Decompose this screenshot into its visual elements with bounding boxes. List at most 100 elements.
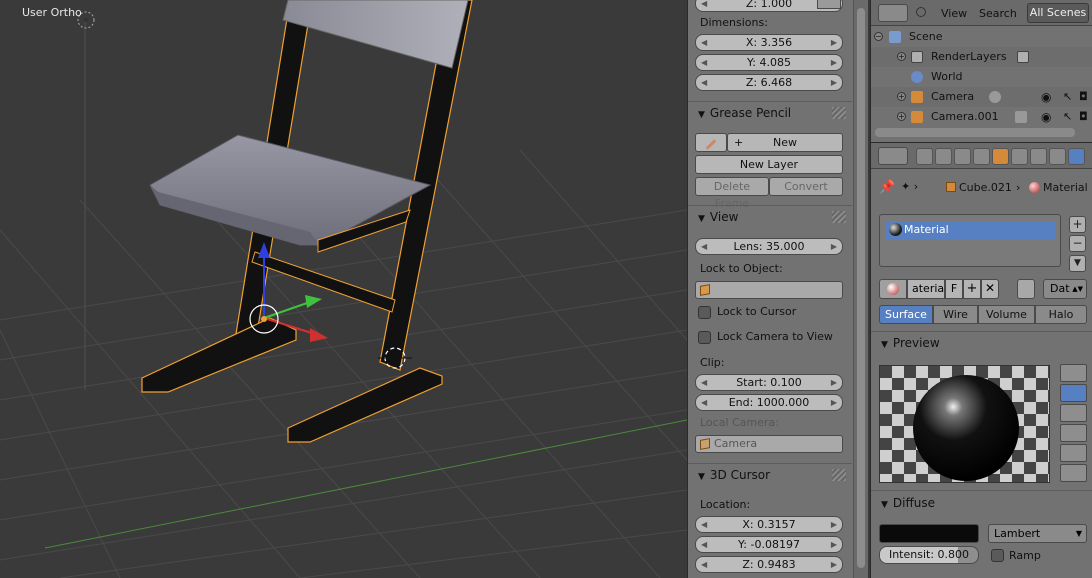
material-preview [879, 365, 1050, 483]
modifiers-tab-icon[interactable] [1030, 148, 1047, 165]
eye-icon[interactable]: ◉ [1041, 107, 1051, 127]
editor-type-button[interactable] [878, 147, 908, 165]
wire-tab[interactable]: Wire [933, 305, 978, 324]
preview-cube-button[interactable] [1060, 404, 1087, 422]
preview-sky-button[interactable] [1060, 464, 1087, 482]
material-tab-icon[interactable] [1068, 148, 1085, 165]
halo-tab[interactable]: Halo [1035, 305, 1087, 324]
eye-icon[interactable]: ◉ [1041, 87, 1051, 107]
lock-to-cursor-checkbox[interactable] [698, 306, 711, 319]
display-mode-dropdown[interactable]: All Scenes [1027, 3, 1089, 23]
dimension-x-field[interactable]: ◀ X: 3.356 ▶ [695, 34, 843, 51]
browse-node-icon[interactable] [1017, 279, 1035, 299]
viewport-canvas[interactable] [0, 0, 687, 578]
collapse-menu-icon[interactable] [916, 7, 926, 17]
outliner-scrollbar[interactable] [875, 128, 1075, 137]
unlink-icon[interactable]: ✕ [981, 279, 999, 299]
diffuse-shader-dropdown[interactable]: Lambert ▼ [988, 524, 1087, 543]
3d-viewport[interactable]: User Ortho [0, 0, 687, 578]
lens-field[interactable]: ◀ Lens: 35.000 ▶ [695, 238, 843, 255]
pencil-button[interactable] [695, 133, 727, 152]
new-material-icon[interactable]: + [963, 279, 981, 299]
outliner-row-camera[interactable]: + Camera ◉ ↖ ◘ [871, 87, 1092, 107]
lock-icon[interactable] [817, 0, 841, 9]
3d-cursor-panel-header[interactable]: ▼ 3D Cursor [688, 463, 852, 485]
object-tab-icon[interactable] [992, 148, 1009, 165]
camera-data-icon [1015, 111, 1027, 123]
expand-icon[interactable]: + [897, 112, 906, 121]
preview-panel-header[interactable]: ▼ Preview [881, 336, 940, 350]
clip-start-field[interactable]: ◀ Start: 0.100 ▶ [695, 374, 843, 391]
local-camera-field[interactable]: Camera [695, 435, 843, 453]
outliner-view-menu[interactable]: View [941, 7, 967, 20]
collapse-triangle-icon: ▼ [698, 472, 705, 482]
convert-button[interactable]: Convert [769, 177, 843, 196]
collapse-triangle-icon: ▼ [698, 214, 705, 224]
render-camera-icon[interactable]: ◘ [1079, 107, 1088, 127]
lock-camera-to-view-checkbox[interactable] [698, 331, 711, 344]
material-slot-item[interactable]: Material [886, 221, 1056, 239]
outliner-search-menu[interactable]: Search [979, 7, 1017, 20]
diffuse-intensity-slider[interactable]: Intensit: 0.800 [879, 546, 979, 564]
lock-to-object-field[interactable] [695, 281, 843, 299]
clip-end-field[interactable]: ◀ End: 1000.000 ▶ [695, 394, 843, 411]
lock-camera-to-view-label: Lock Camera to View [717, 330, 833, 343]
expand-icon[interactable]: − [874, 32, 883, 41]
preview-hair-button[interactable] [1060, 444, 1087, 462]
preview-sphere-button[interactable] [1060, 384, 1087, 402]
cursor-select-icon[interactable]: ↖ [1063, 87, 1072, 107]
render-layers-tab-icon[interactable] [935, 148, 952, 165]
constraints-tab-icon[interactable] [1011, 148, 1028, 165]
new-grease-pencil-button[interactable]: + New [727, 133, 843, 152]
cursor-select-icon[interactable]: ↖ [1063, 107, 1072, 127]
expand-icon[interactable]: + [897, 52, 906, 61]
data-tab-icon[interactable] [1049, 148, 1066, 165]
world-tab-icon[interactable] [973, 148, 990, 165]
scene-tab-icon[interactable] [954, 148, 971, 165]
volume-tab[interactable]: Volume [978, 305, 1035, 324]
render-tab-icon[interactable] [916, 148, 933, 165]
ramp-label: Ramp [1009, 549, 1041, 562]
preview-monkey-button[interactable] [1060, 424, 1087, 442]
material-name-field[interactable]: aterial [907, 279, 947, 299]
fake-user-button[interactable]: F [945, 279, 963, 299]
ramp-checkbox[interactable] [991, 549, 1004, 562]
grease-pencil-panel-header[interactable]: ▼ Grease Pencil [688, 101, 852, 123]
drag-handle-icon[interactable] [832, 107, 846, 119]
add-slot-button[interactable]: + [1069, 216, 1086, 233]
outliner-row-scene[interactable]: − Scene [871, 27, 1092, 47]
renderlayer-icon [1017, 51, 1029, 63]
expand-icon[interactable]: + [897, 92, 906, 101]
chair-mesh[interactable] [141, 0, 473, 443]
shelf-scrollbar[interactable] [853, 0, 868, 578]
drag-handle-icon[interactable] [832, 211, 846, 223]
outliner-row-camera-001[interactable]: + Camera.001 ◉ ↖ ◘ [871, 107, 1092, 127]
editor-type-button[interactable] [878, 4, 908, 22]
outliner-row-world[interactable]: World [871, 67, 1092, 87]
render-camera-icon[interactable]: ◘ [1079, 87, 1088, 107]
view-panel-header[interactable]: ▼ View [688, 205, 852, 227]
delete-frame-button[interactable]: Delete Frame [695, 177, 769, 210]
dimension-y-field[interactable]: ◀ Y: 4.085 ▶ [695, 54, 843, 71]
material-slot-list[interactable]: Material [879, 214, 1061, 267]
preview-flat-button[interactable] [1060, 364, 1087, 382]
cursor-z-field[interactable]: ◀ Z: 0.9483 ▶ [695, 556, 843, 573]
cursor-location-label: Location: [700, 498, 751, 511]
material-browse-button[interactable] [879, 279, 907, 299]
cursor-x-field[interactable]: ◀ X: 0.3157 ▶ [695, 516, 843, 533]
outliner-row-renderlayers[interactable]: + RenderLayers [871, 47, 1092, 67]
dimension-z-field[interactable]: ◀ Z: 6.468 ▶ [695, 74, 843, 91]
camera-icon [700, 438, 710, 450]
cursor-y-field[interactable]: ◀ Y: -0.08197 ▶ [695, 536, 843, 553]
remove-slot-button[interactable]: − [1069, 235, 1086, 252]
diffuse-color-swatch[interactable] [879, 524, 979, 543]
pin-icon[interactable]: 📌 [879, 180, 895, 195]
diffuse-panel-header[interactable]: ▼ Diffuse [881, 496, 935, 510]
surface-tab[interactable]: Surface [879, 305, 933, 324]
world-icon [911, 71, 923, 83]
drag-handle-icon[interactable] [832, 469, 846, 481]
new-layer-button[interactable]: New Layer [695, 155, 843, 174]
slot-specials-button[interactable]: ▼ [1069, 255, 1086, 272]
link-mode-dropdown[interactable]: Dat ▲▼ [1043, 279, 1087, 299]
camera-object-icon [911, 111, 923, 123]
